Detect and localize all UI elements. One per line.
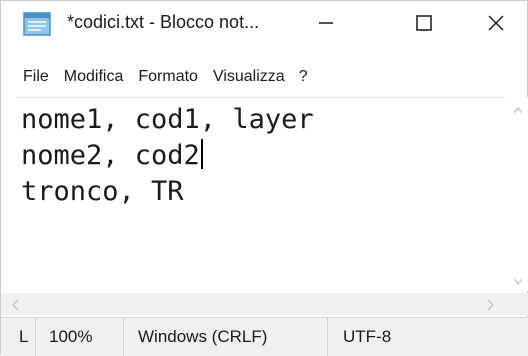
editor-text[interactable]: nome1, cod1, layer nome2, cod2 tronco, T… <box>21 102 314 210</box>
status-line-ending: Windows (CRLF) <box>138 327 268 346</box>
close-icon <box>488 15 504 31</box>
chevron-left-icon[interactable] <box>11 298 19 314</box>
status-bar: L 100% Windows (CRLF) UTF-8 <box>1 317 528 356</box>
window-title: *codici.txt - Blocco not... <box>67 12 260 32</box>
status-encoding: UTF-8 <box>343 327 392 346</box>
horizontal-scrollbar[interactable] <box>1 293 507 315</box>
vertical-scrollbar[interactable] <box>507 97 528 291</box>
chevron-up-icon[interactable] <box>513 101 523 117</box>
text-line-2: nome2, cod2 <box>21 138 314 174</box>
text-line-3: tronco, TR <box>21 176 184 207</box>
text-line-2-content: nome2, cod2 <box>21 140 200 171</box>
status-divider <box>123 318 124 356</box>
scrollbar-corner <box>507 293 528 315</box>
minimize-icon <box>319 22 333 24</box>
notepad-window: *codici.txt - Blocco not... File Modific… <box>0 0 528 356</box>
menu-file[interactable]: File <box>23 68 49 86</box>
status-zoom: 100% <box>49 327 93 346</box>
status-divider <box>327 318 328 356</box>
close-button[interactable] <box>471 1 521 45</box>
status-divider <box>35 318 36 356</box>
menu-visualizza[interactable]: Visualizza <box>213 68 285 86</box>
maximize-button[interactable] <box>399 1 449 45</box>
maximize-icon <box>416 15 432 31</box>
title-bar[interactable]: *codici.txt - Blocco not... <box>1 1 527 45</box>
menu-bar: File Modifica Formato Visualizza ? <box>1 63 308 91</box>
status-position: L <box>19 327 29 346</box>
menu-help[interactable]: ? <box>299 68 308 86</box>
menu-modifica[interactable]: Modifica <box>64 68 124 86</box>
text-caret <box>200 139 203 169</box>
menu-formato[interactable]: Formato <box>138 68 198 86</box>
chevron-down-icon[interactable] <box>513 273 523 289</box>
chevron-right-icon[interactable] <box>487 298 495 314</box>
notepad-icon <box>23 10 53 36</box>
text-editor[interactable]: nome1, cod1, layer nome2, cod2 tronco, T… <box>17 97 505 298</box>
minimize-button[interactable] <box>301 1 351 45</box>
text-line-1: nome1, cod1, layer <box>21 104 314 135</box>
